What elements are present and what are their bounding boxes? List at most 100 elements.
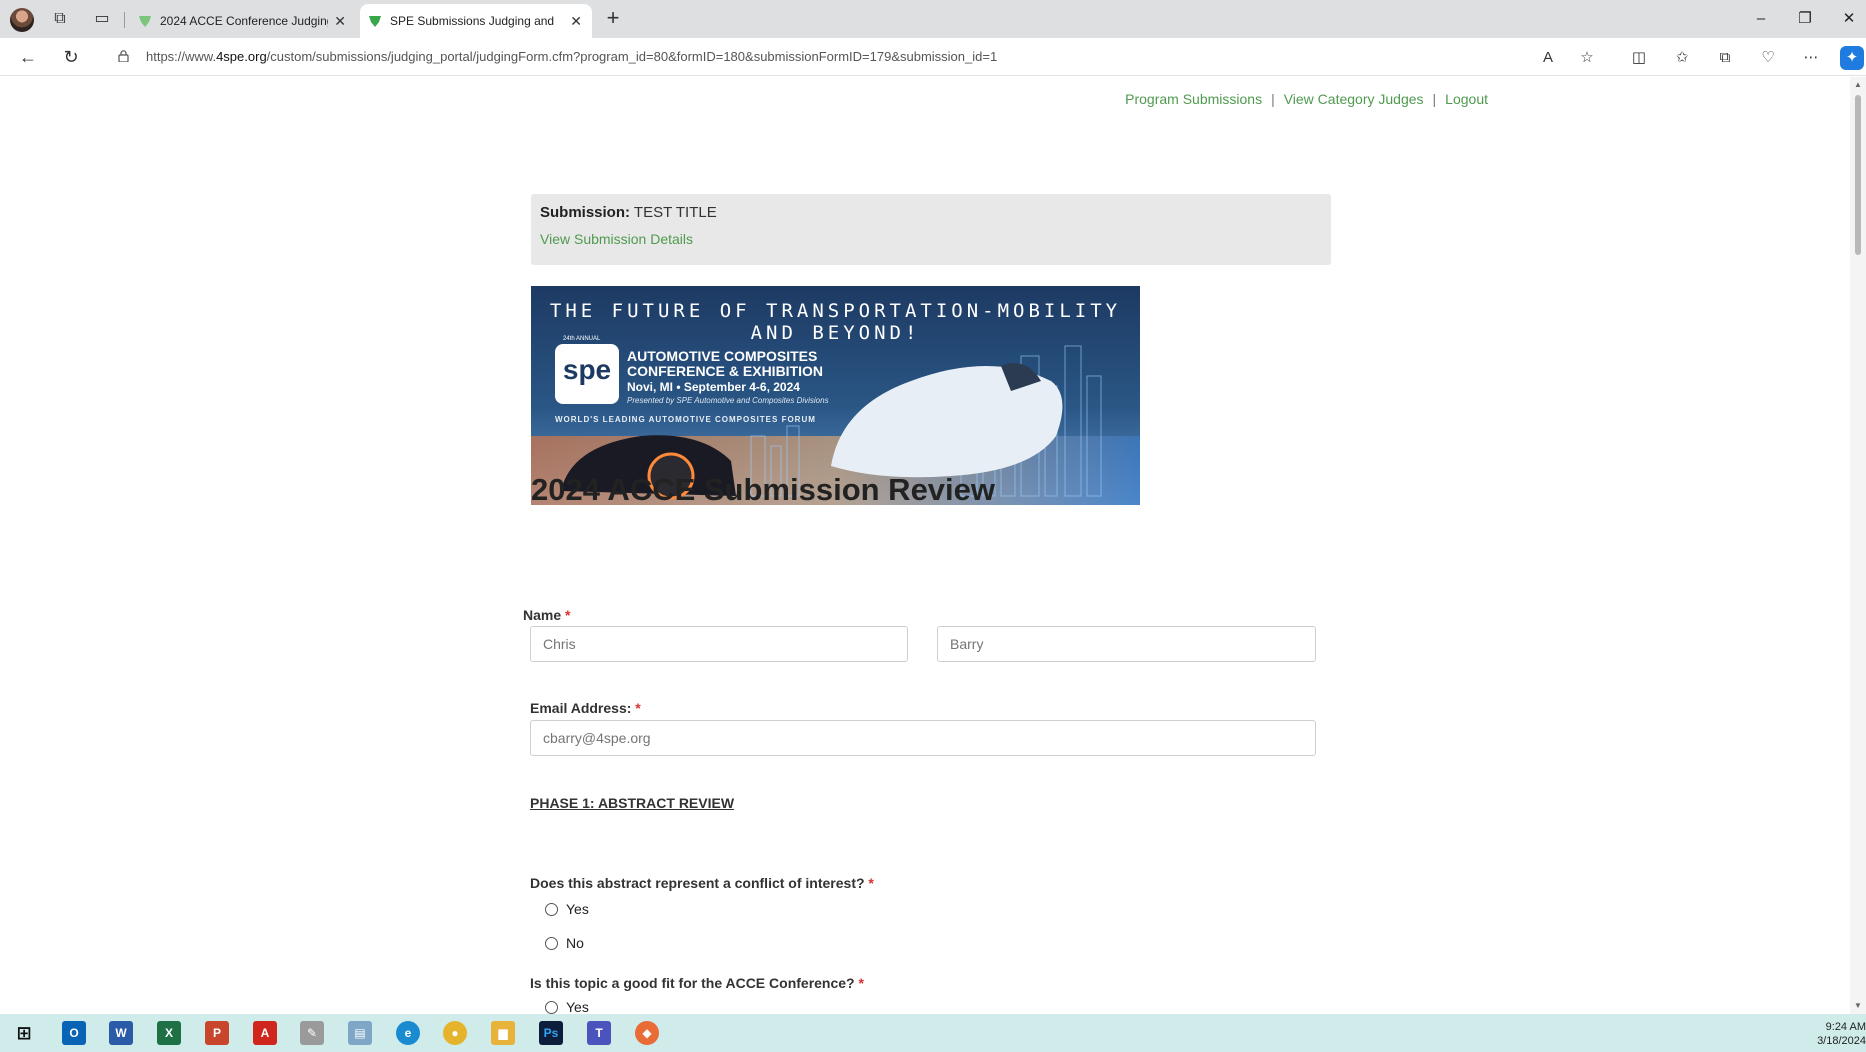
url-prefix: https://www. [146, 49, 217, 64]
radio-button[interactable] [545, 937, 558, 950]
submission-line: Submission: TEST TITLE [540, 204, 1322, 221]
paint-icon[interactable]: ✎ [300, 1021, 324, 1045]
acrobat-icon[interactable]: A [253, 1021, 277, 1045]
top-nav-links: Program Submissions | View Category Judges… [1125, 91, 1488, 107]
spe-logo: spe [562, 354, 612, 385]
reload-icon[interactable]: ↻ [59, 46, 83, 70]
radio-button[interactable] [545, 903, 558, 916]
app-icon[interactable]: ◆ [635, 1021, 659, 1045]
first-name-input[interactable] [530, 626, 908, 662]
url-path: /custom/submissions/judging_portal/judgi… [266, 49, 998, 64]
banner-headline: THE FUTURE OF TRANSPORTATION-MOBILITY AN… [549, 300, 1122, 344]
file-explorer-icon[interactable]: ▆ [491, 1021, 515, 1045]
radio-conflict-yes[interactable]: Yes [545, 900, 589, 918]
required-mark: * [635, 700, 641, 716]
browser-essentials-icon[interactable]: ♡ [1756, 46, 1780, 70]
windows-taskbar: ⊞ O W X P A ✎ ▤ e ● ▆ Ps T ◆ 9:24 AM 3/1… [0, 1014, 1866, 1052]
notes-icon[interactable]: ▤ [348, 1021, 372, 1045]
program-submissions-link[interactable]: Program Submissions [1125, 91, 1262, 107]
banner-line1: AUTOMOTIVE COMPOSITES [627, 348, 818, 364]
scroll-thumb[interactable] [1855, 95, 1861, 255]
collections-icon[interactable]: ⧉ [1713, 46, 1737, 70]
logout-link[interactable]: Logout [1445, 91, 1488, 107]
system-clock[interactable]: 9:24 AM 3/18/2024 [1816, 1020, 1866, 1048]
browser-tab-strip: ⧉ ▭ 2024 ACCE Conference Judging I ✕ SPE… [0, 0, 1866, 38]
question-conflict: Does this abstract represent a conflict … [530, 875, 874, 891]
nav-separator: | [1432, 91, 1437, 107]
submission-title: TEST TITLE [633, 204, 717, 221]
clock-date: 3/18/2024 [1817, 1035, 1866, 1047]
favorite-star-icon[interactable]: ☆ [1575, 46, 1599, 70]
workspaces-icon[interactable]: ⧉ [50, 9, 70, 29]
submission-label: Submission: [540, 204, 631, 221]
outlook-icon[interactable]: O [62, 1021, 86, 1045]
close-tab-icon[interactable]: ✕ [334, 4, 346, 38]
spe-favicon-icon [369, 16, 381, 27]
banner-line4: Presented by SPE Automotive and Composit… [627, 396, 829, 405]
email-label-row: Email Address: * [530, 700, 641, 716]
radio-label: No [566, 935, 584, 951]
radio-fit-yes[interactable]: Yes [545, 998, 589, 1014]
spe-favicon-icon [139, 16, 151, 27]
required-mark: * [868, 875, 874, 891]
submission-summary: Submission: TEST TITLE View Submission D… [531, 194, 1331, 265]
page-content: Program Submissions | View Category Judges… [8, 77, 1850, 1014]
clock-time: 9:24 AM [1825, 1021, 1866, 1033]
back-arrow-icon[interactable]: ← [16, 46, 40, 70]
chrome-icon[interactable]: ● [443, 1021, 467, 1045]
more-options-icon[interactable]: ⋯ [1799, 46, 1823, 70]
phase-heading: PHASE 1: ABSTRACT REVIEW [530, 795, 735, 811]
email-input[interactable] [530, 720, 1316, 756]
address-bar[interactable]: https://www.4spe.org/custom/submissions/… [100, 42, 1480, 72]
radio-label: Yes [566, 901, 589, 917]
view-submission-details-link[interactable]: View Submission Details [540, 231, 693, 247]
restore-icon[interactable]: ❐ [1790, 8, 1820, 30]
favorites-icon[interactable]: ✩ [1670, 46, 1694, 70]
tab-spe-submissions[interactable]: SPE Submissions Judging and Rev ✕ [360, 4, 592, 38]
profile-avatar[interactable] [10, 8, 34, 32]
teams-icon[interactable]: T [587, 1021, 611, 1045]
browser-toolbar: ← ↻ https://www.4spe.org/custom/submissi… [0, 38, 1866, 76]
edge-icon[interactable]: e [396, 1021, 420, 1045]
lock-icon [118, 50, 129, 62]
view-category-judges-link[interactable]: View Category Judges [1284, 91, 1424, 107]
banner-line2: CONFERENCE & EXHIBITION [627, 363, 824, 379]
question-text: Does this abstract represent a conflict … [530, 875, 865, 891]
close-window-icon[interactable]: ✕ [1834, 8, 1864, 30]
required-mark: * [858, 975, 864, 991]
name-label-row: Name * [523, 607, 570, 623]
minimize-icon[interactable]: – [1746, 8, 1776, 30]
radio-conflict-no[interactable]: No [545, 934, 584, 952]
tab-title: SPE Submissions Judging and Rev [390, 14, 558, 28]
split-screen-icon[interactable]: ◫ [1627, 46, 1651, 70]
scroll-up-arrow-icon[interactable]: ▲ [1853, 80, 1863, 90]
tab-title: 2024 ACCE Conference Judging I [160, 14, 328, 28]
url-domain: 4spe.org [216, 49, 267, 64]
banner-line5: WORLD'S LEADING AUTOMOTIVE COMPOSITES FO… [555, 415, 816, 424]
screen: ⧉ ▭ 2024 ACCE Conference Judging I ✕ SPE… [0, 0, 1866, 1052]
tab-actions-icon[interactable]: ▭ [92, 9, 112, 29]
email-label: Email Address: [530, 700, 632, 716]
new-tab-plus-icon[interactable]: + [600, 6, 626, 32]
name-label: Name [523, 607, 562, 623]
page-scrollbar[interactable]: ▲ ▼ [1850, 77, 1866, 1014]
question-good-fit: Is this topic a good fit for the ACCE Co… [530, 975, 864, 991]
tab-separator [124, 12, 125, 28]
read-aloud-icon[interactable]: A [1536, 46, 1560, 70]
powerpoint-icon[interactable]: P [205, 1021, 229, 1045]
last-name-input[interactable] [937, 626, 1316, 662]
start-windows-icon[interactable]: ⊞ [12, 1021, 36, 1045]
scroll-down-arrow-icon[interactable]: ▼ [1853, 1001, 1863, 1011]
copilot-icon[interactable]: ✦ [1840, 46, 1864, 70]
excel-icon[interactable]: X [157, 1021, 181, 1045]
url-text: https://www.4spe.org/custom/submissions/… [146, 42, 997, 72]
nav-separator: | [1271, 91, 1275, 107]
word-icon[interactable]: W [109, 1021, 133, 1045]
banner-annual: 24th ANNUAL [563, 336, 601, 342]
radio-button[interactable] [545, 1001, 558, 1014]
page-title: 2024 ACCE Submission Review [531, 472, 996, 507]
close-tab-icon[interactable]: ✕ [570, 4, 582, 38]
photoshop-icon[interactable]: Ps [539, 1021, 563, 1045]
tab-acce-judging[interactable]: 2024 ACCE Conference Judging I ✕ [130, 4, 356, 38]
radio-clip: Yes [530, 996, 930, 1014]
